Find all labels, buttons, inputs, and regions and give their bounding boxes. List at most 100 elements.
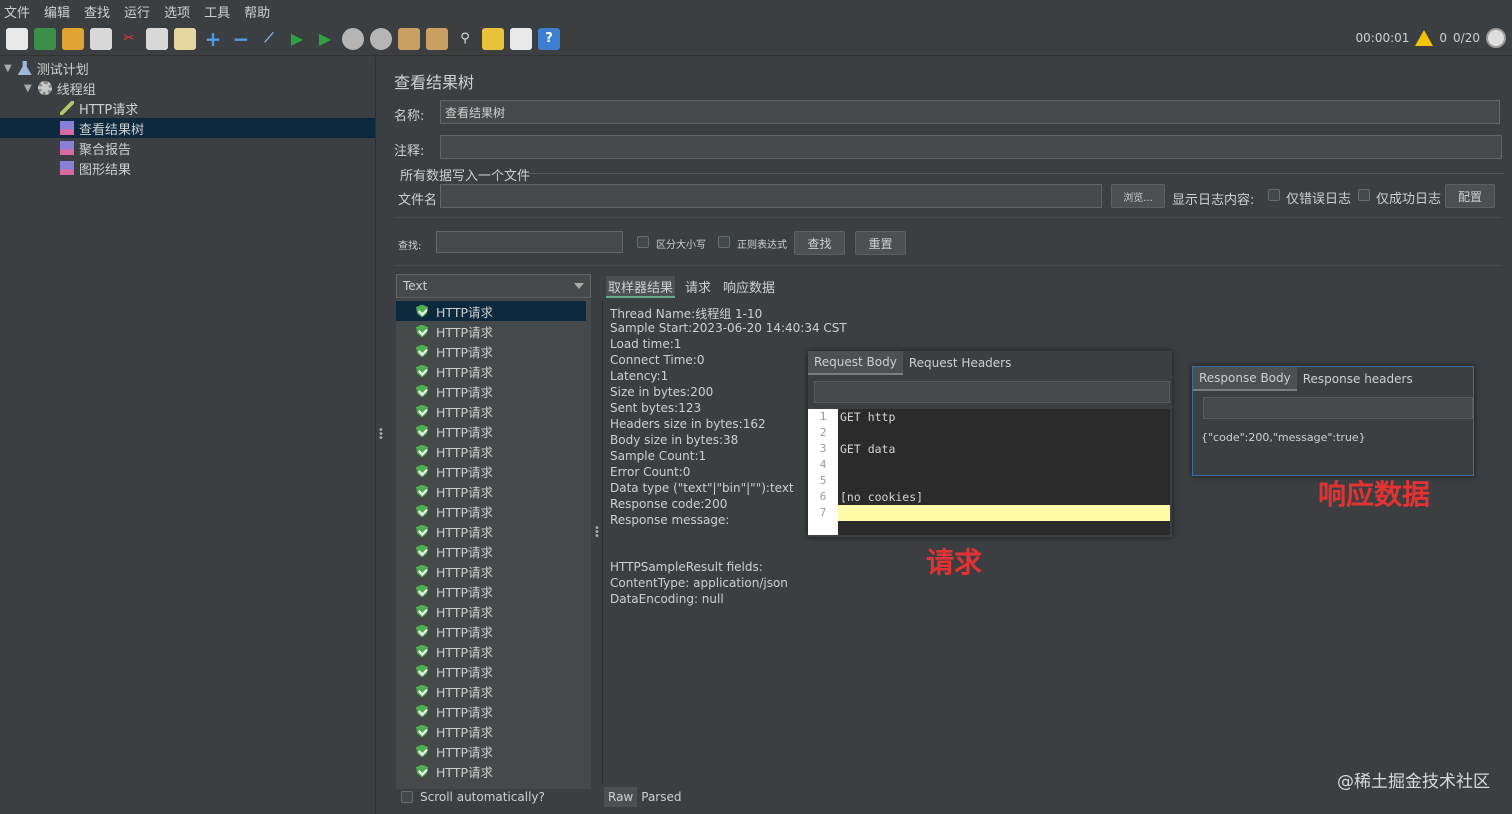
copy-icon[interactable] <box>146 27 168 50</box>
tab-request[interactable]: 请求 <box>683 276 713 298</box>
warning-icon[interactable] <box>1415 30 1434 46</box>
request-code-area[interactable]: 1 GET http 2 3 GET data 4 5 6 [no cookies] 7 <box>808 409 1170 535</box>
list-item[interactable]: HTTP请求 <box>396 381 586 401</box>
tab-response-body[interactable]: Response Body <box>1193 367 1297 391</box>
tree-item-aggregate-report[interactable]: 聚合报告 <box>60 138 374 158</box>
list-item[interactable]: HTTP请求 <box>396 501 586 521</box>
success-shield-icon <box>416 344 428 358</box>
list-item[interactable]: HTTP请求 <box>396 721 586 741</box>
list-item[interactable]: HTTP请求 <box>396 621 586 641</box>
tab-parsed[interactable]: Parsed <box>637 787 685 807</box>
browse-button[interactable]: 浏览... <box>1111 184 1165 208</box>
menu-help[interactable]: 帮助 <box>244 2 270 21</box>
list-item[interactable]: HTTP请求 <box>396 401 586 421</box>
list-item[interactable]: HTTP请求 <box>396 741 586 761</box>
tree-item-test-plan[interactable]: ▼ 测试计划 <box>4 58 374 78</box>
clear-icon[interactable] <box>398 27 420 50</box>
shutdown-icon[interactable] <box>370 27 392 50</box>
list-item[interactable]: HTTP请求 <box>396 561 586 581</box>
list-item[interactable]: HTTP请求 <box>396 521 586 541</box>
list-item[interactable]: HTTP请求 <box>396 681 586 701</box>
list-item[interactable]: HTTP请求 <box>396 581 586 601</box>
success-shield-icon <box>416 424 428 438</box>
list-item[interactable]: HTTP请求 <box>396 541 586 561</box>
chevron-down-icon[interactable]: ▼ <box>24 83 32 94</box>
drag-handle-icon[interactable]: • • • <box>594 524 600 542</box>
tab-raw[interactable]: Raw <box>604 787 638 807</box>
list-item[interactable]: HTTP请求 <box>396 421 586 441</box>
cut-icon[interactable]: ✂ <box>118 28 140 50</box>
list-item[interactable]: HTTP请求 <box>396 441 586 461</box>
reset-search-icon[interactable] <box>482 27 504 50</box>
function-helper-icon[interactable] <box>510 27 532 50</box>
splitter-bar[interactable] <box>394 217 1502 218</box>
list-item[interactable]: HTTP请求 <box>396 341 586 361</box>
sampler-info-line: Response message: <box>610 513 730 527</box>
open-icon[interactable] <box>62 27 84 50</box>
response-search-input[interactable] <box>1203 397 1473 419</box>
menu-file[interactable]: 文件 <box>4 2 30 21</box>
start-icon[interactable]: ▶ <box>286 28 308 50</box>
line-number: 4 <box>819 458 827 471</box>
templates-icon[interactable] <box>34 27 56 50</box>
toggle-icon[interactable]: ⟋ <box>258 28 280 50</box>
tree-item-view-results-tree[interactable]: 查看结果树 <box>0 118 375 138</box>
list-item[interactable]: HTTP请求 <box>396 481 586 501</box>
success-shield-icon <box>416 704 428 718</box>
list-item[interactable]: HTTP请求 <box>396 701 586 721</box>
line-number: 5 <box>819 474 827 487</box>
menu-options[interactable]: 选项 <box>164 2 190 21</box>
clear-all-icon[interactable] <box>426 27 448 50</box>
help-icon[interactable]: ? <box>538 27 560 50</box>
new-file-icon[interactable] <box>6 27 28 50</box>
stop-icon[interactable] <box>342 27 364 50</box>
sampler-info-line: Sample Start:2023-06-20 14:40:34 CST <box>610 321 847 335</box>
list-item[interactable]: HTTP请求 <box>396 361 586 381</box>
search-input[interactable] <box>436 231 623 253</box>
start-no-pause-icon[interactable]: ▶ <box>314 28 336 50</box>
reset-button[interactable]: 重置 <box>855 231 906 255</box>
case-sensitive-checkbox[interactable] <box>637 236 649 248</box>
filename-field[interactable] <box>440 184 1102 208</box>
list-item[interactable]: HTTP请求 <box>396 601 586 621</box>
tab-request-body[interactable]: Request Body <box>808 351 903 375</box>
chevron-down-icon[interactable]: ▼ <box>4 63 12 74</box>
expand-icon[interactable]: + <box>202 27 224 51</box>
request-search-input[interactable] <box>814 381 1170 403</box>
menu-tools[interactable]: 工具 <box>204 2 230 21</box>
regex-checkbox[interactable] <box>718 236 730 248</box>
remote-globe-icon[interactable] <box>1486 28 1506 48</box>
tab-request-headers[interactable]: Request Headers <box>903 352 1018 374</box>
tab-response-headers[interactable]: Response headers <box>1297 368 1419 390</box>
splitter-bar[interactable] <box>394 265 1502 266</box>
paste-icon[interactable] <box>174 27 196 50</box>
search-icon[interactable]: ⚲ <box>454 28 476 50</box>
request-annotation: 请求 <box>926 546 983 579</box>
list-item[interactable]: HTTP请求 <box>396 301 586 321</box>
renderer-select[interactable]: Text <box>396 274 591 298</box>
tree-item-graph-results[interactable]: 图形结果 <box>60 158 374 178</box>
success-only-checkbox[interactable] <box>1358 189 1370 201</box>
tree-item-http-request[interactable]: HTTP请求 <box>60 98 374 118</box>
test-plan-tree: ▼ 测试计划 ▼ 线程组 HTTP请求 查看结果树 聚合报告 图形结果 <box>0 57 375 814</box>
tab-sampler-result[interactable]: 取样器结果 <box>606 276 676 298</box>
list-item[interactable]: HTTP请求 <box>396 461 586 481</box>
tree-item-thread-group[interactable]: ▼ 线程组 <box>24 78 374 98</box>
save-icon[interactable] <box>90 27 112 50</box>
menu-edit[interactable]: 编辑 <box>44 2 70 21</box>
tree-splitter[interactable]: • • • <box>375 57 384 814</box>
scroll-auto-checkbox[interactable] <box>401 791 413 803</box>
config-button[interactable]: 配置 <box>1445 184 1495 208</box>
list-item[interactable]: HTTP请求 <box>396 321 586 341</box>
tab-response-data[interactable]: 响应数据 <box>721 276 777 298</box>
find-button[interactable]: 查找 <box>794 231 845 255</box>
menu-run[interactable]: 运行 <box>124 2 150 21</box>
comment-field[interactable] <box>440 135 1502 159</box>
errors-only-checkbox[interactable] <box>1268 189 1280 201</box>
list-item[interactable]: HTTP请求 <box>396 641 586 661</box>
name-field[interactable]: 查看结果树 <box>440 100 1500 124</box>
menu-search[interactable]: 查找 <box>84 2 110 21</box>
list-item[interactable]: HTTP请求 <box>396 761 586 781</box>
list-item[interactable]: HTTP请求 <box>396 661 586 681</box>
collapse-icon[interactable]: − <box>230 27 252 51</box>
